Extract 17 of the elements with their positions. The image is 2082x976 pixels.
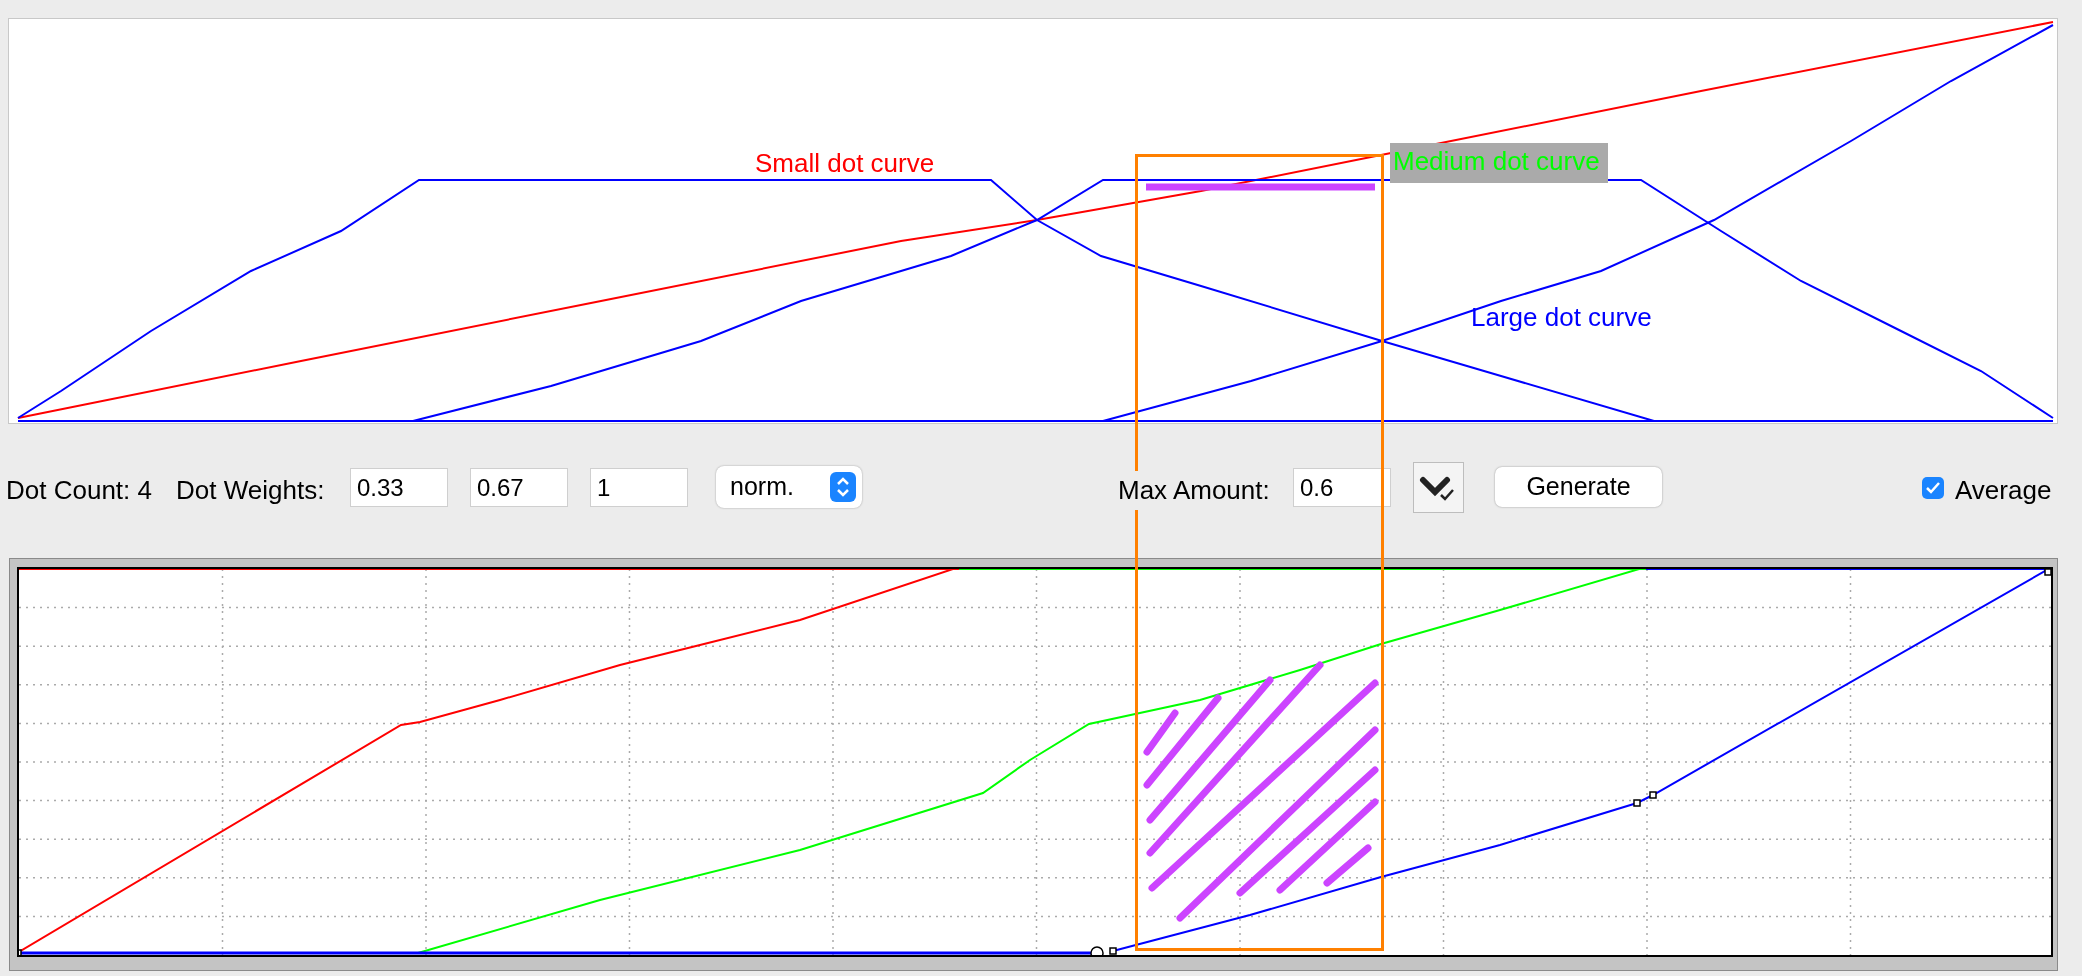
curve-label: Small dot curve: [755, 148, 935, 178]
dot-count-label: Dot Count: 4: [6, 474, 152, 507]
curve-label: Large dot curve: [1471, 302, 1652, 332]
curve-label: Medium dot curve: [1393, 146, 1600, 176]
stepper-icon: [830, 472, 856, 502]
mode-select[interactable]: norm.: [716, 466, 862, 508]
generate-button[interactable]: Generate: [1495, 467, 1662, 507]
dot-weight-field[interactable]: 1: [590, 468, 688, 507]
max-amount-field[interactable]: 0.6: [1293, 468, 1391, 507]
dot-weight-field[interactable]: 0.67: [470, 468, 568, 507]
average-checkbox[interactable]: [1922, 477, 1944, 499]
average-label: Average: [1955, 474, 2052, 507]
dot-weights-label: Dot Weights:: [176, 474, 325, 507]
max-amount-label: Max Amount:: [1118, 471, 1270, 510]
check-icon: [1925, 481, 1941, 495]
chevron-button[interactable]: [1413, 462, 1464, 513]
dot-weight-field[interactable]: 0.33: [350, 468, 448, 507]
